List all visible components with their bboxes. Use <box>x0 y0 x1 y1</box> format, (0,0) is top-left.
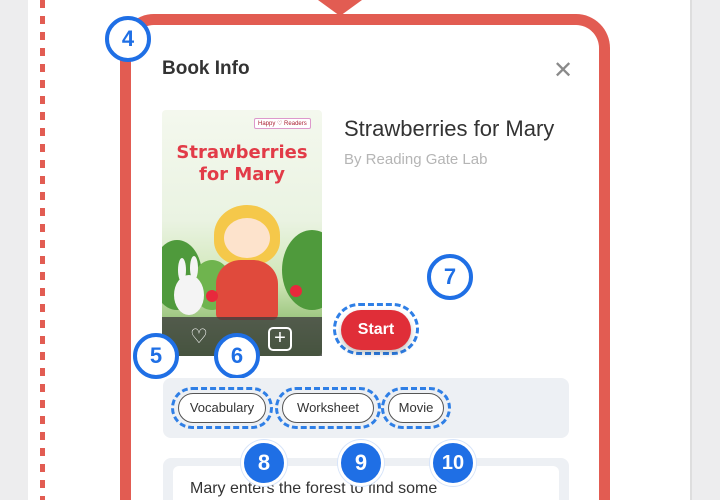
callout-10: 10 <box>430 440 476 486</box>
cover-title-line2: for Mary <box>198 164 285 185</box>
callout-5: 5 <box>133 333 179 379</box>
add-icon[interactable]: + <box>268 327 292 351</box>
girl-dress <box>216 260 278 320</box>
book-author: By Reading Gate Lab <box>344 151 488 168</box>
worksheet-tag[interactable]: Worksheet <box>282 393 374 423</box>
bunny <box>174 275 204 315</box>
girl-face <box>224 218 270 258</box>
callout-8: 8 <box>241 440 287 486</box>
heart-icon[interactable]: ♡ <box>188 326 210 348</box>
start-button[interactable]: Start <box>341 310 411 350</box>
cover-title-line1: Strawberries <box>176 142 308 163</box>
strawberry <box>290 285 302 297</box>
movie-tag[interactable]: Movie <box>388 393 444 423</box>
dialog-title: Book Info <box>162 58 250 79</box>
callout-9: 9 <box>338 440 384 486</box>
cover-badge: Happy ♡ Readers <box>254 118 311 129</box>
strawberry <box>206 290 218 302</box>
page-edge <box>690 0 692 500</box>
cover-title: Strawberries for Mary <box>162 142 322 186</box>
book-title: Strawberries for Mary <box>344 116 555 141</box>
callout-4: 4 <box>105 16 151 62</box>
close-icon[interactable]: ✕ <box>552 59 574 83</box>
tree-shape <box>282 230 322 310</box>
book-description: Mary enters the forest to find some <box>190 480 438 497</box>
dashed-guide-line <box>40 0 45 500</box>
callout-7: 7 <box>427 254 473 300</box>
vocabulary-tag[interactable]: Vocabulary <box>178 393 266 423</box>
callout-6: 6 <box>214 333 260 379</box>
